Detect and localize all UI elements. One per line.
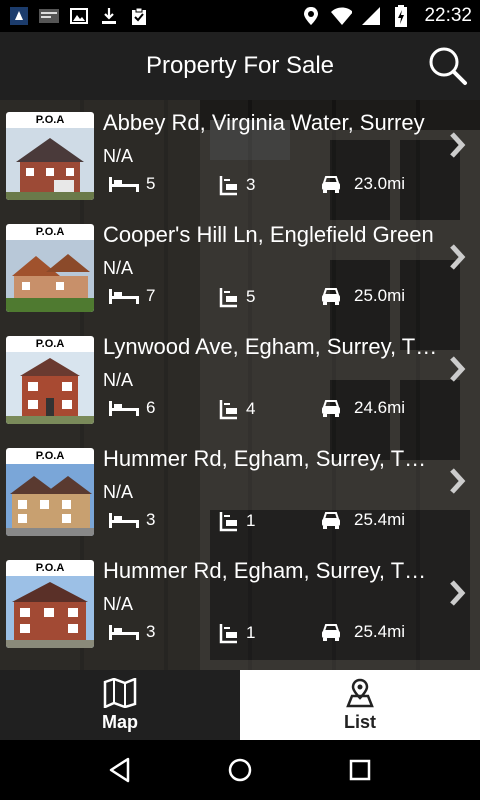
- property-thumbnail: P.O.A: [6, 112, 94, 200]
- bath-icon: [219, 512, 237, 532]
- distance: 23.0mi: [354, 174, 406, 193]
- wifi-icon: [330, 6, 353, 26]
- home-circle-icon: [228, 758, 252, 782]
- property-thumbnail: P.O.A: [6, 560, 94, 648]
- search-button[interactable]: [428, 46, 468, 86]
- house-photo: [6, 240, 94, 312]
- property-address: Lynwood Ave, Egham, Surrey, TW20: [103, 334, 443, 359]
- distance: 25.4mi: [354, 510, 406, 529]
- property-address: Abbey Rd, Virginia Water, Surrey: [103, 110, 425, 135]
- thumbnail-label: P.O.A: [35, 338, 65, 350]
- bath-icon: [219, 400, 237, 420]
- chevron-right-icon[interactable]: [446, 130, 470, 160]
- house-photo: [6, 128, 94, 200]
- property-price: N/A: [103, 146, 134, 166]
- list-item[interactable]: P.O.A Lynwood Ave, Egham, Surrey, TW20 N…: [0, 324, 480, 436]
- distance: 25.4mi: [354, 622, 406, 641]
- download-icon: [98, 6, 120, 26]
- car-icon: [322, 288, 340, 305]
- bed-icon: [109, 513, 139, 528]
- tab-map-label: Map: [102, 711, 138, 732]
- map-pin-icon: [346, 678, 374, 707]
- recents-square-icon: [349, 759, 371, 781]
- system-navigation-bar: [0, 740, 480, 800]
- house-photo: [6, 576, 94, 648]
- bath-icon: [219, 176, 237, 196]
- car-icon: [322, 624, 340, 641]
- status-bar: 22:32: [0, 0, 480, 32]
- bed-icon: [109, 289, 139, 304]
- thumbnail-label: P.O.A: [35, 114, 65, 126]
- property-thumbnail: P.O.A: [6, 224, 94, 312]
- list-item[interactable]: P.O.A Hummer Rd, Egham, Surrey, TW20 N/A…: [0, 436, 480, 548]
- property-price: N/A: [103, 594, 134, 614]
- battery-charging-icon: [390, 5, 412, 27]
- clock: 22:32: [424, 5, 472, 26]
- distance: 25.0mi: [354, 286, 406, 305]
- property-thumbnail: P.O.A: [6, 448, 94, 536]
- bath-icon: [219, 624, 237, 644]
- property-address: Hummer Rd, Egham, Surrey, TW20: [103, 558, 443, 583]
- page-title: Property For Sale: [145, 52, 335, 79]
- property-address: Cooper's Hill Ln, Englefield Green: [103, 222, 434, 247]
- bathroom-count: 1: [246, 511, 256, 530]
- bedroom-count: 3: [146, 622, 156, 641]
- thumbnail-label: P.O.A: [35, 562, 65, 574]
- list-item[interactable]: P.O.A Hummer Rd, Egham, Surrey, TW20 N/A…: [0, 548, 480, 660]
- image-notification-icon: [68, 6, 90, 26]
- search-icon: [429, 47, 467, 85]
- property-list[interactable]: P.O.A Abbey Rd, Virginia Water, Surrey N…: [0, 100, 480, 670]
- property-address: Hummer Rd, Egham, Surrey, TW20: [103, 446, 443, 471]
- tab-map[interactable]: Map: [0, 670, 240, 740]
- bedroom-count: 6: [146, 398, 156, 417]
- property-price: N/A: [103, 258, 134, 278]
- news-notification-icon: [38, 6, 60, 26]
- property-thumbnail: P.O.A: [6, 336, 94, 424]
- bedroom-count: 7: [146, 286, 156, 305]
- location-icon: [300, 6, 322, 26]
- car-icon: [322, 400, 340, 417]
- clipboard-check-icon: [128, 6, 150, 26]
- recents-button[interactable]: [340, 750, 380, 790]
- bathroom-count: 3: [246, 175, 256, 194]
- signal-icon: [360, 6, 382, 26]
- bathroom-count: 1: [246, 623, 256, 642]
- map-icon: [103, 677, 137, 708]
- list-item[interactable]: P.O.A Abbey Rd, Virginia Water, Surrey N…: [0, 100, 480, 212]
- bedroom-count: 5: [146, 174, 156, 193]
- app-header: Property For Sale: [0, 32, 480, 100]
- house-photo: [6, 464, 94, 536]
- thumbnail-label: P.O.A: [35, 450, 65, 462]
- distance: 24.6mi: [354, 398, 406, 417]
- chevron-right-icon[interactable]: [446, 354, 470, 384]
- car-icon: [322, 512, 340, 529]
- tab-list[interactable]: List: [240, 670, 480, 740]
- car-icon: [322, 176, 340, 193]
- home-button[interactable]: [220, 750, 260, 790]
- back-button[interactable]: [100, 750, 140, 790]
- bath-icon: [219, 288, 237, 308]
- app-notification-icon: [8, 6, 30, 26]
- bed-icon: [109, 625, 139, 640]
- house-photo: [6, 352, 94, 424]
- bed-icon: [109, 401, 139, 416]
- list-item[interactable]: P.O.A Cooper's Hill Ln, Englefield Green…: [0, 212, 480, 324]
- chevron-right-icon[interactable]: [446, 578, 470, 608]
- bottom-tab-bar: Map List: [0, 670, 480, 740]
- bed-icon: [109, 177, 139, 192]
- property-price: N/A: [103, 482, 134, 502]
- chevron-right-icon[interactable]: [446, 242, 470, 272]
- thumbnail-label: P.O.A: [35, 226, 65, 238]
- bathroom-count: 5: [246, 287, 256, 306]
- bathroom-count: 4: [246, 399, 256, 418]
- tab-list-label: List: [343, 711, 376, 732]
- chevron-right-icon[interactable]: [446, 466, 470, 496]
- bedroom-count: 3: [146, 510, 156, 529]
- property-price: N/A: [103, 370, 134, 390]
- back-triangle-icon: [109, 757, 130, 783]
